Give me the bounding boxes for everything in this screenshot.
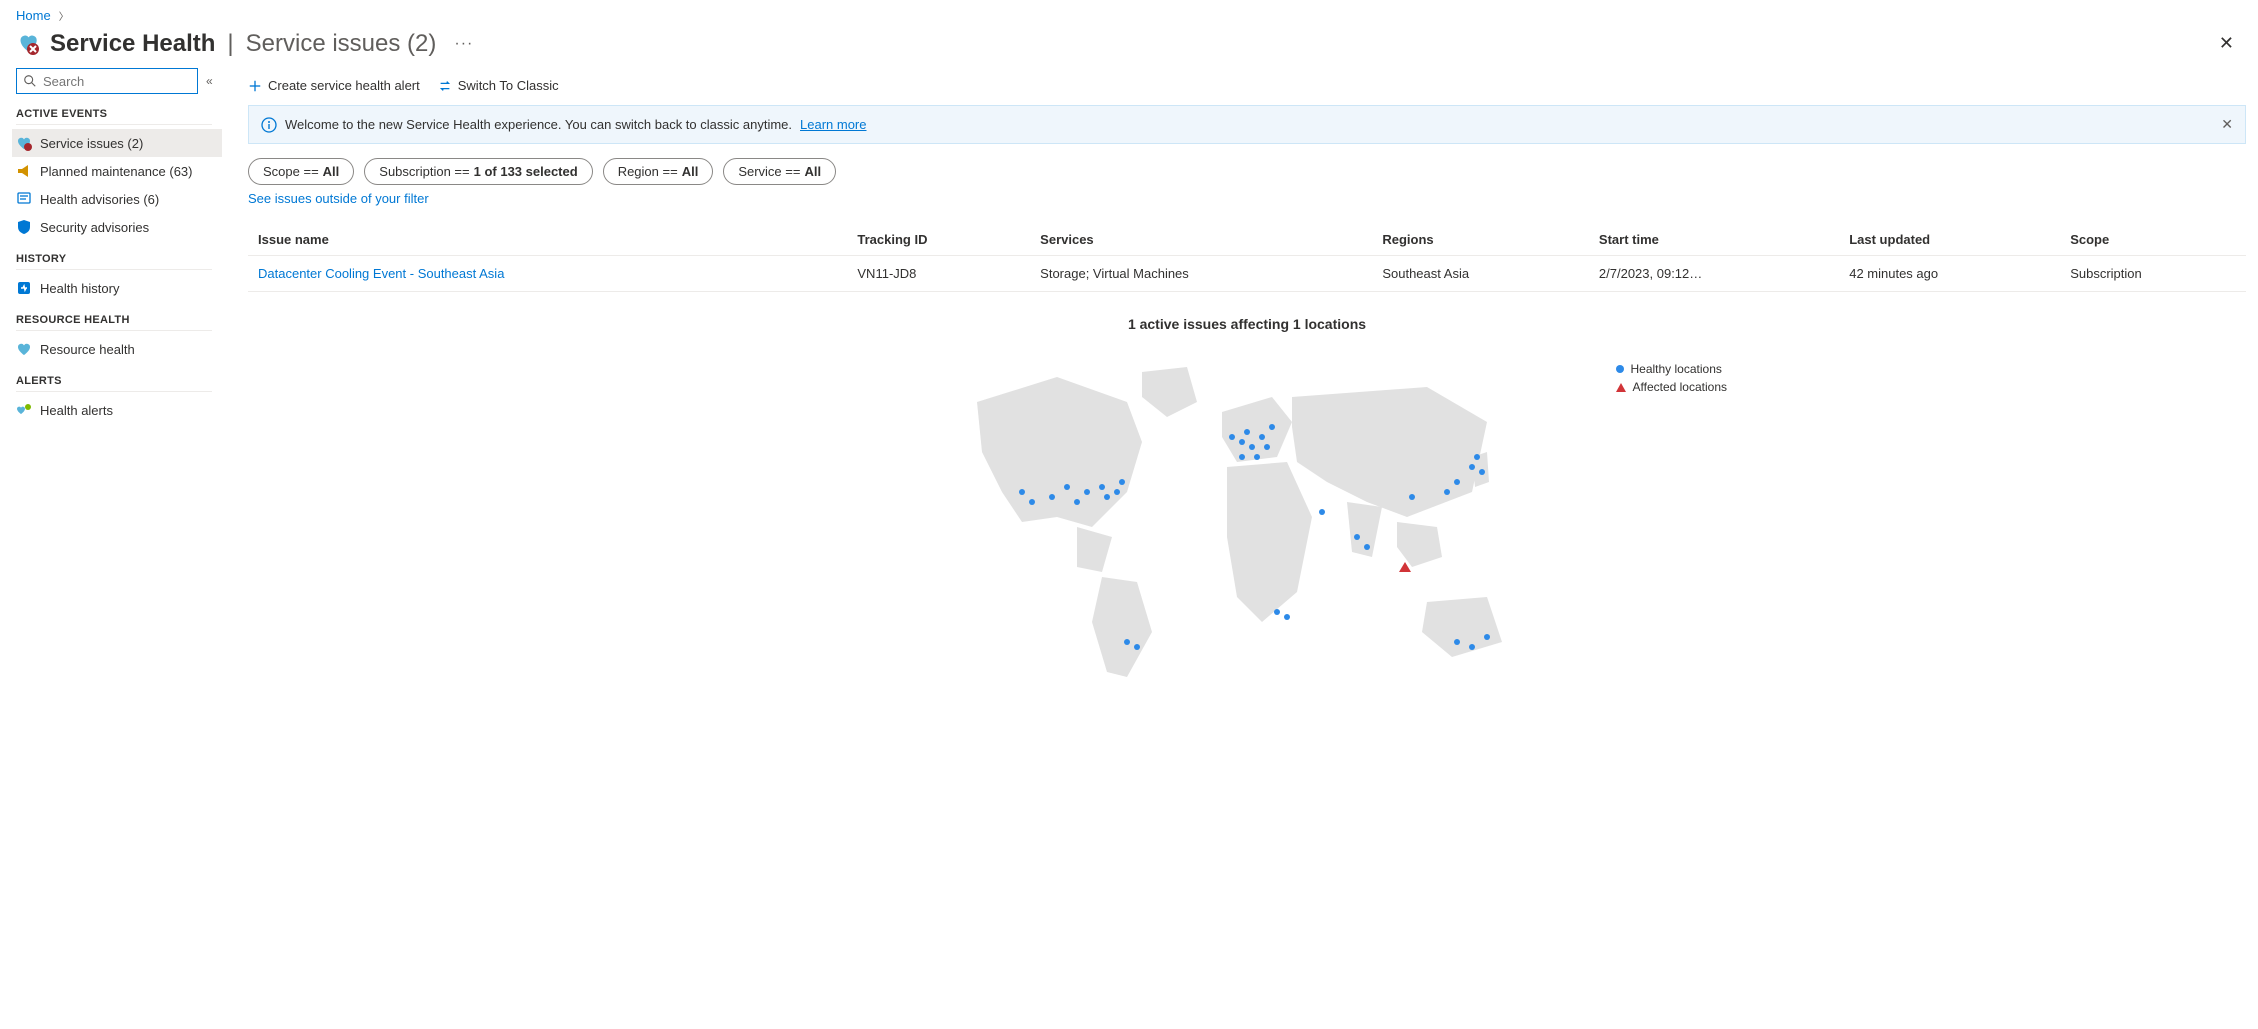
cell-last-updated: 42 minutes ago [1839, 256, 2060, 292]
toolbar: Create service health alert Switch To Cl… [248, 68, 2246, 105]
history-icon [16, 280, 32, 296]
section-heading-resource: RESOURCE HEALTH [16, 314, 212, 331]
toolbar-label: Switch To Classic [458, 78, 559, 93]
filter-value: 1 of 133 selected [474, 164, 578, 179]
map-section: 1 active issues affecting 1 locations [248, 316, 2246, 705]
sidebar-item-security-advisories[interactable]: Security advisories [12, 213, 222, 241]
switch-to-classic-button[interactable]: Switch To Classic [438, 78, 559, 93]
page-title: Service Health [50, 30, 215, 58]
cell-tracking-id: VN11-JD8 [847, 256, 1030, 292]
world-map[interactable] [927, 342, 1567, 702]
filter-region[interactable]: Region == All [603, 158, 714, 185]
legend-affected: Affected locations [1616, 380, 1727, 394]
filter-label: Scope == [263, 164, 319, 179]
sidebar: « ACTIVE EVENTS Service issues (2) Plann… [0, 68, 228, 1017]
sidebar-item-label: Health alerts [40, 403, 113, 418]
search-input-wrapper[interactable] [16, 68, 198, 94]
section-heading-alerts: ALERTS [16, 375, 212, 392]
col-start-time[interactable]: Start time [1589, 224, 1839, 256]
sidebar-item-label: Security advisories [40, 220, 149, 235]
affected-location-marker[interactable] [1399, 562, 1411, 572]
legend-healthy: Healthy locations [1616, 362, 1727, 376]
filter-label: Subscription == [379, 164, 469, 179]
collapse-sidebar-button[interactable]: « [206, 74, 213, 88]
toolbar-label: Create service health alert [268, 78, 420, 93]
sidebar-item-label: Health history [40, 281, 119, 296]
col-services[interactable]: Services [1030, 224, 1372, 256]
banner-text: Welcome to the new Service Health experi… [285, 117, 792, 132]
cell-regions: Southeast Asia [1372, 256, 1589, 292]
section-heading-active: ACTIVE EVENTS [16, 108, 212, 125]
cell-scope: Subscription [2060, 256, 2246, 292]
filter-bar: Scope == All Subscription == 1 of 133 se… [248, 158, 2246, 185]
table-row[interactable]: Datacenter Cooling Event - Southeast Asi… [248, 256, 2246, 292]
see-issues-outside-filter-link[interactable]: See issues outside of your filter [248, 191, 429, 206]
map-legend: Healthy locations Affected locations [1616, 362, 1727, 398]
affected-triangle-icon [1616, 383, 1626, 392]
alert-rules-icon [16, 402, 32, 418]
sidebar-item-health-history[interactable]: Health history [12, 274, 222, 302]
info-banner: Welcome to the new Service Health experi… [248, 105, 2246, 144]
filter-label: Region == [618, 164, 678, 179]
sidebar-item-label: Service issues (2) [40, 136, 143, 151]
issue-name-link[interactable]: Datacenter Cooling Event - Southeast Asi… [258, 266, 504, 281]
search-input[interactable] [43, 74, 191, 89]
col-tracking-id[interactable]: Tracking ID [847, 224, 1030, 256]
cell-start-time: 2/7/2023, 09:12… [1589, 256, 1839, 292]
page-header: Service Health | Service issues (2) ··· … [0, 27, 2258, 68]
banner-learn-more-link[interactable]: Learn more [800, 117, 866, 132]
plus-icon [248, 79, 262, 93]
filter-value: All [804, 164, 821, 179]
page-subtitle: Service issues (2) [246, 30, 437, 58]
close-button[interactable]: ✕ [2211, 29, 2242, 58]
advisory-icon [16, 191, 32, 207]
col-scope[interactable]: Scope [2060, 224, 2246, 256]
cell-services: Storage; Virtual Machines [1030, 256, 1372, 292]
title-divider: | [227, 30, 233, 58]
main-content: Create service health alert Switch To Cl… [228, 68, 2258, 1017]
sidebar-item-service-issues[interactable]: Service issues (2) [12, 129, 222, 157]
banner-close-button[interactable]: ✕ [2221, 116, 2233, 133]
heart-alert-icon [16, 135, 32, 151]
healthy-dot-icon [1616, 365, 1624, 373]
sidebar-item-label: Health advisories (6) [40, 192, 159, 207]
create-service-health-alert-button[interactable]: Create service health alert [248, 78, 420, 93]
info-icon [261, 117, 277, 133]
megaphone-icon [16, 163, 32, 179]
service-health-icon [16, 32, 40, 56]
legend-label: Affected locations [1632, 380, 1727, 394]
filter-service[interactable]: Service == All [723, 158, 836, 185]
chevron-right-icon: 〉 [59, 8, 69, 23]
sidebar-item-label: Planned maintenance (63) [40, 164, 193, 179]
search-icon [23, 74, 37, 88]
switch-icon [438, 79, 452, 93]
more-actions-button[interactable]: ··· [454, 35, 473, 53]
issues-table: Issue name Tracking ID Services Regions … [248, 224, 2246, 292]
sidebar-item-label: Resource health [40, 342, 135, 357]
sidebar-item-health-advisories[interactable]: Health advisories (6) [12, 185, 222, 213]
filter-subscription[interactable]: Subscription == 1 of 133 selected [364, 158, 592, 185]
sidebar-item-planned-maintenance[interactable]: Planned maintenance (63) [12, 157, 222, 185]
filter-scope[interactable]: Scope == All [248, 158, 354, 185]
sidebar-item-resource-health[interactable]: Resource health [12, 335, 222, 363]
col-regions[interactable]: Regions [1372, 224, 1589, 256]
col-last-updated[interactable]: Last updated [1839, 224, 2060, 256]
shield-icon [16, 219, 32, 235]
filter-value: All [682, 164, 699, 179]
section-heading-history: HISTORY [16, 253, 212, 270]
breadcrumb-home[interactable]: Home [16, 8, 51, 23]
filter-value: All [323, 164, 340, 179]
filter-label: Service == [738, 164, 800, 179]
col-issue-name[interactable]: Issue name [248, 224, 847, 256]
heart-icon [16, 341, 32, 357]
breadcrumb: Home 〉 [0, 0, 2258, 27]
map-caption: 1 active issues affecting 1 locations [248, 316, 2246, 332]
sidebar-item-health-alerts[interactable]: Health alerts [12, 396, 222, 424]
legend-label: Healthy locations [1630, 362, 1721, 376]
